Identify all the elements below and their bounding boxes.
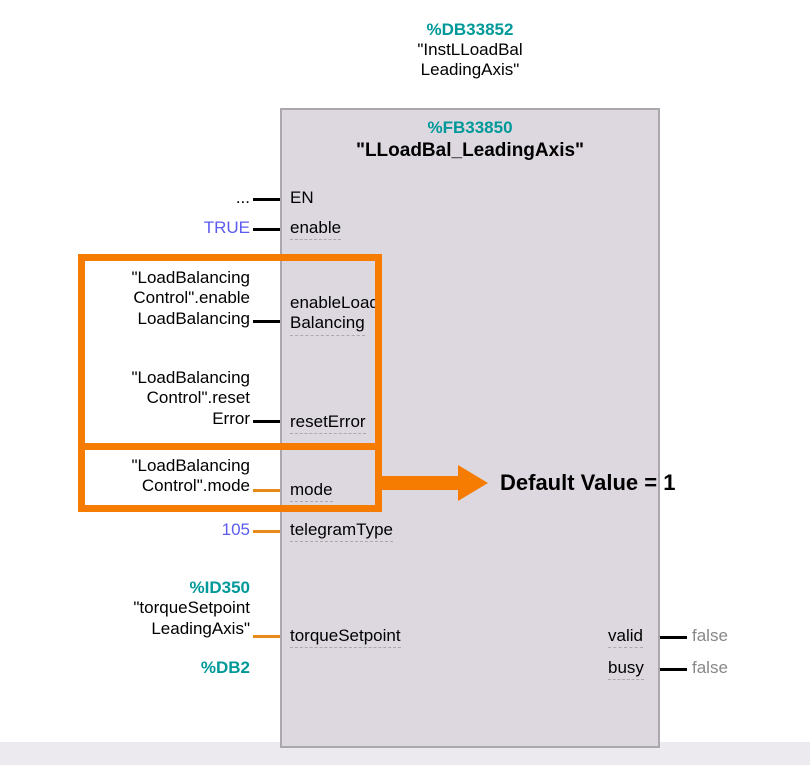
valid-value: false	[692, 626, 728, 646]
valid-connector	[660, 636, 687, 639]
telegramType-connector	[253, 530, 280, 533]
fb-header: %FB33850 "LLoadBal_LeadingAxis"	[282, 110, 658, 166]
resetError-label: resetError	[290, 412, 366, 434]
mode-value: "LoadBalancing Control".mode	[30, 456, 250, 497]
instance-name-2: LeadingAxis"	[280, 60, 660, 80]
enableLoadBalancing-value: "LoadBalancing Control".enable LoadBalan…	[30, 268, 250, 329]
valid-label: valid	[608, 626, 643, 648]
fb-ref: %FB33850	[282, 118, 658, 138]
fb-title: "LLoadBal_LeadingAxis"	[282, 140, 658, 162]
mode-label: mode	[290, 480, 333, 502]
callout-text: Default Value = 1	[500, 470, 675, 496]
mode-connector	[253, 489, 280, 492]
busy-label: busy	[608, 658, 644, 680]
telegramType-value: 105	[30, 520, 250, 540]
en-connector	[253, 198, 280, 201]
busy-value: false	[692, 658, 728, 678]
instance-header: %DB33852 "InstLLoadBal LeadingAxis"	[280, 20, 660, 80]
busy-connector	[660, 668, 687, 671]
torqueSetpoint-label: torqueSetpoint	[290, 626, 401, 648]
instance-name-1: "InstLLoadBal	[280, 40, 660, 60]
highlight-divider	[85, 443, 375, 450]
torqueSetpoint-connector	[253, 635, 280, 638]
enable-value: TRUE	[30, 218, 250, 238]
en-label: EN	[290, 188, 314, 208]
telegramType-label: telegramType	[290, 520, 393, 542]
torqueSetpoint-value: %ID350 "torqueSetpoint LeadingAxis"	[30, 578, 250, 639]
enable-label: enable	[290, 218, 341, 240]
db2-ref: %DB2	[30, 658, 250, 678]
db-ref: %DB33852	[280, 20, 660, 40]
enableLoadBalancing-connector	[253, 320, 280, 323]
resetError-value: "LoadBalancing Control".reset Error	[30, 368, 250, 429]
enableLoadBalancing-label: enableLoad Balancing	[290, 293, 379, 336]
enable-connector	[253, 228, 280, 231]
arrow-head-icon	[458, 465, 488, 501]
resetError-connector	[253, 420, 280, 423]
arrow-shaft	[382, 476, 462, 490]
en-value: ...	[30, 188, 250, 208]
